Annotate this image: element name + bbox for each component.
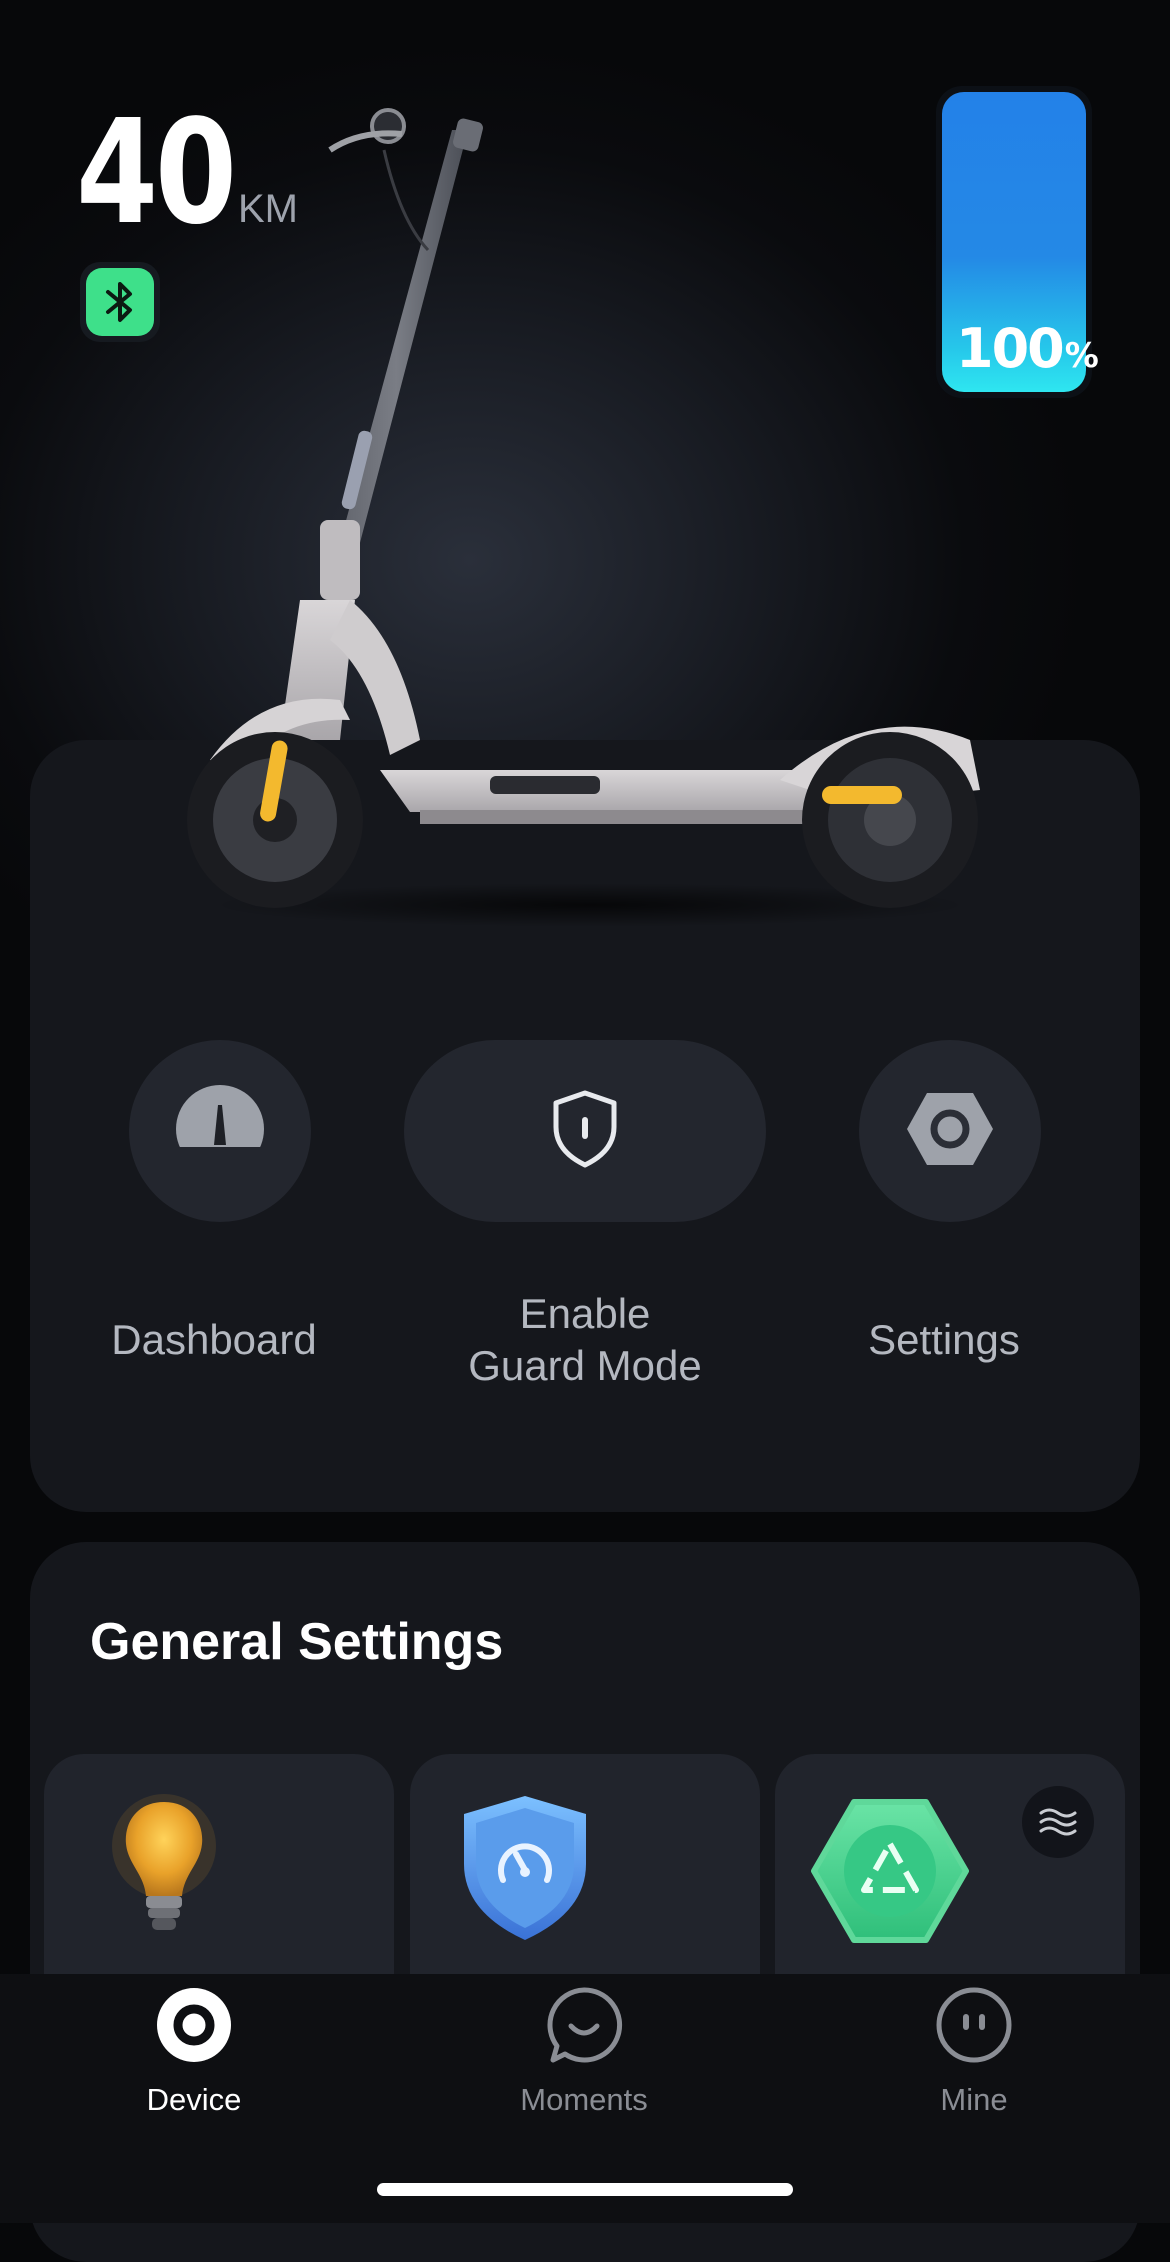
scooter-image (187, 108, 980, 927)
shield-icon (550, 1089, 620, 1174)
speed-shield-icon (464, 1796, 586, 1940)
bluetooth-icon (86, 268, 154, 336)
settings-label: Settings (868, 1316, 1020, 1363)
bluetooth-status[interactable] (80, 262, 160, 342)
home-indicator[interactable] (377, 2183, 793, 2196)
guard-mode-label-line1: Enable (519, 1290, 651, 1337)
hex-nut-icon (905, 1089, 995, 1174)
nav-device[interactable]: Device (44, 1986, 344, 2126)
general-settings-title: General Settings (90, 1613, 504, 1671)
speedometer-icon (174, 1083, 266, 1180)
settings-button[interactable] (859, 1040, 1041, 1222)
nav-moments-label: Moments (520, 2082, 648, 2117)
guard-mode-button[interactable] (404, 1040, 766, 1222)
guard-mode-label: Enable Guard Mode (400, 1288, 770, 1392)
chat-bubble-icon (547, 1987, 623, 2063)
battery-unit: % (1064, 336, 1099, 376)
device-icon (157, 1988, 231, 2062)
nav-mine-label: Mine (940, 2082, 1008, 2117)
wave-icon[interactable] (1022, 1786, 1094, 1858)
recycle-badge-icon (811, 1799, 969, 1943)
nav-mine[interactable]: Mine (824, 1986, 1124, 2126)
nav-device-label: Device (146, 2082, 242, 2117)
dashboard-button[interactable] (129, 1040, 311, 1222)
dashboard-label: Dashboard (111, 1316, 317, 1363)
lightbulb-icon (112, 1794, 216, 1930)
profile-face-icon (936, 1987, 1012, 2063)
nav-moments[interactable]: Moments (434, 1986, 734, 2126)
guard-mode-label-line2: Guard Mode (468, 1342, 702, 1389)
